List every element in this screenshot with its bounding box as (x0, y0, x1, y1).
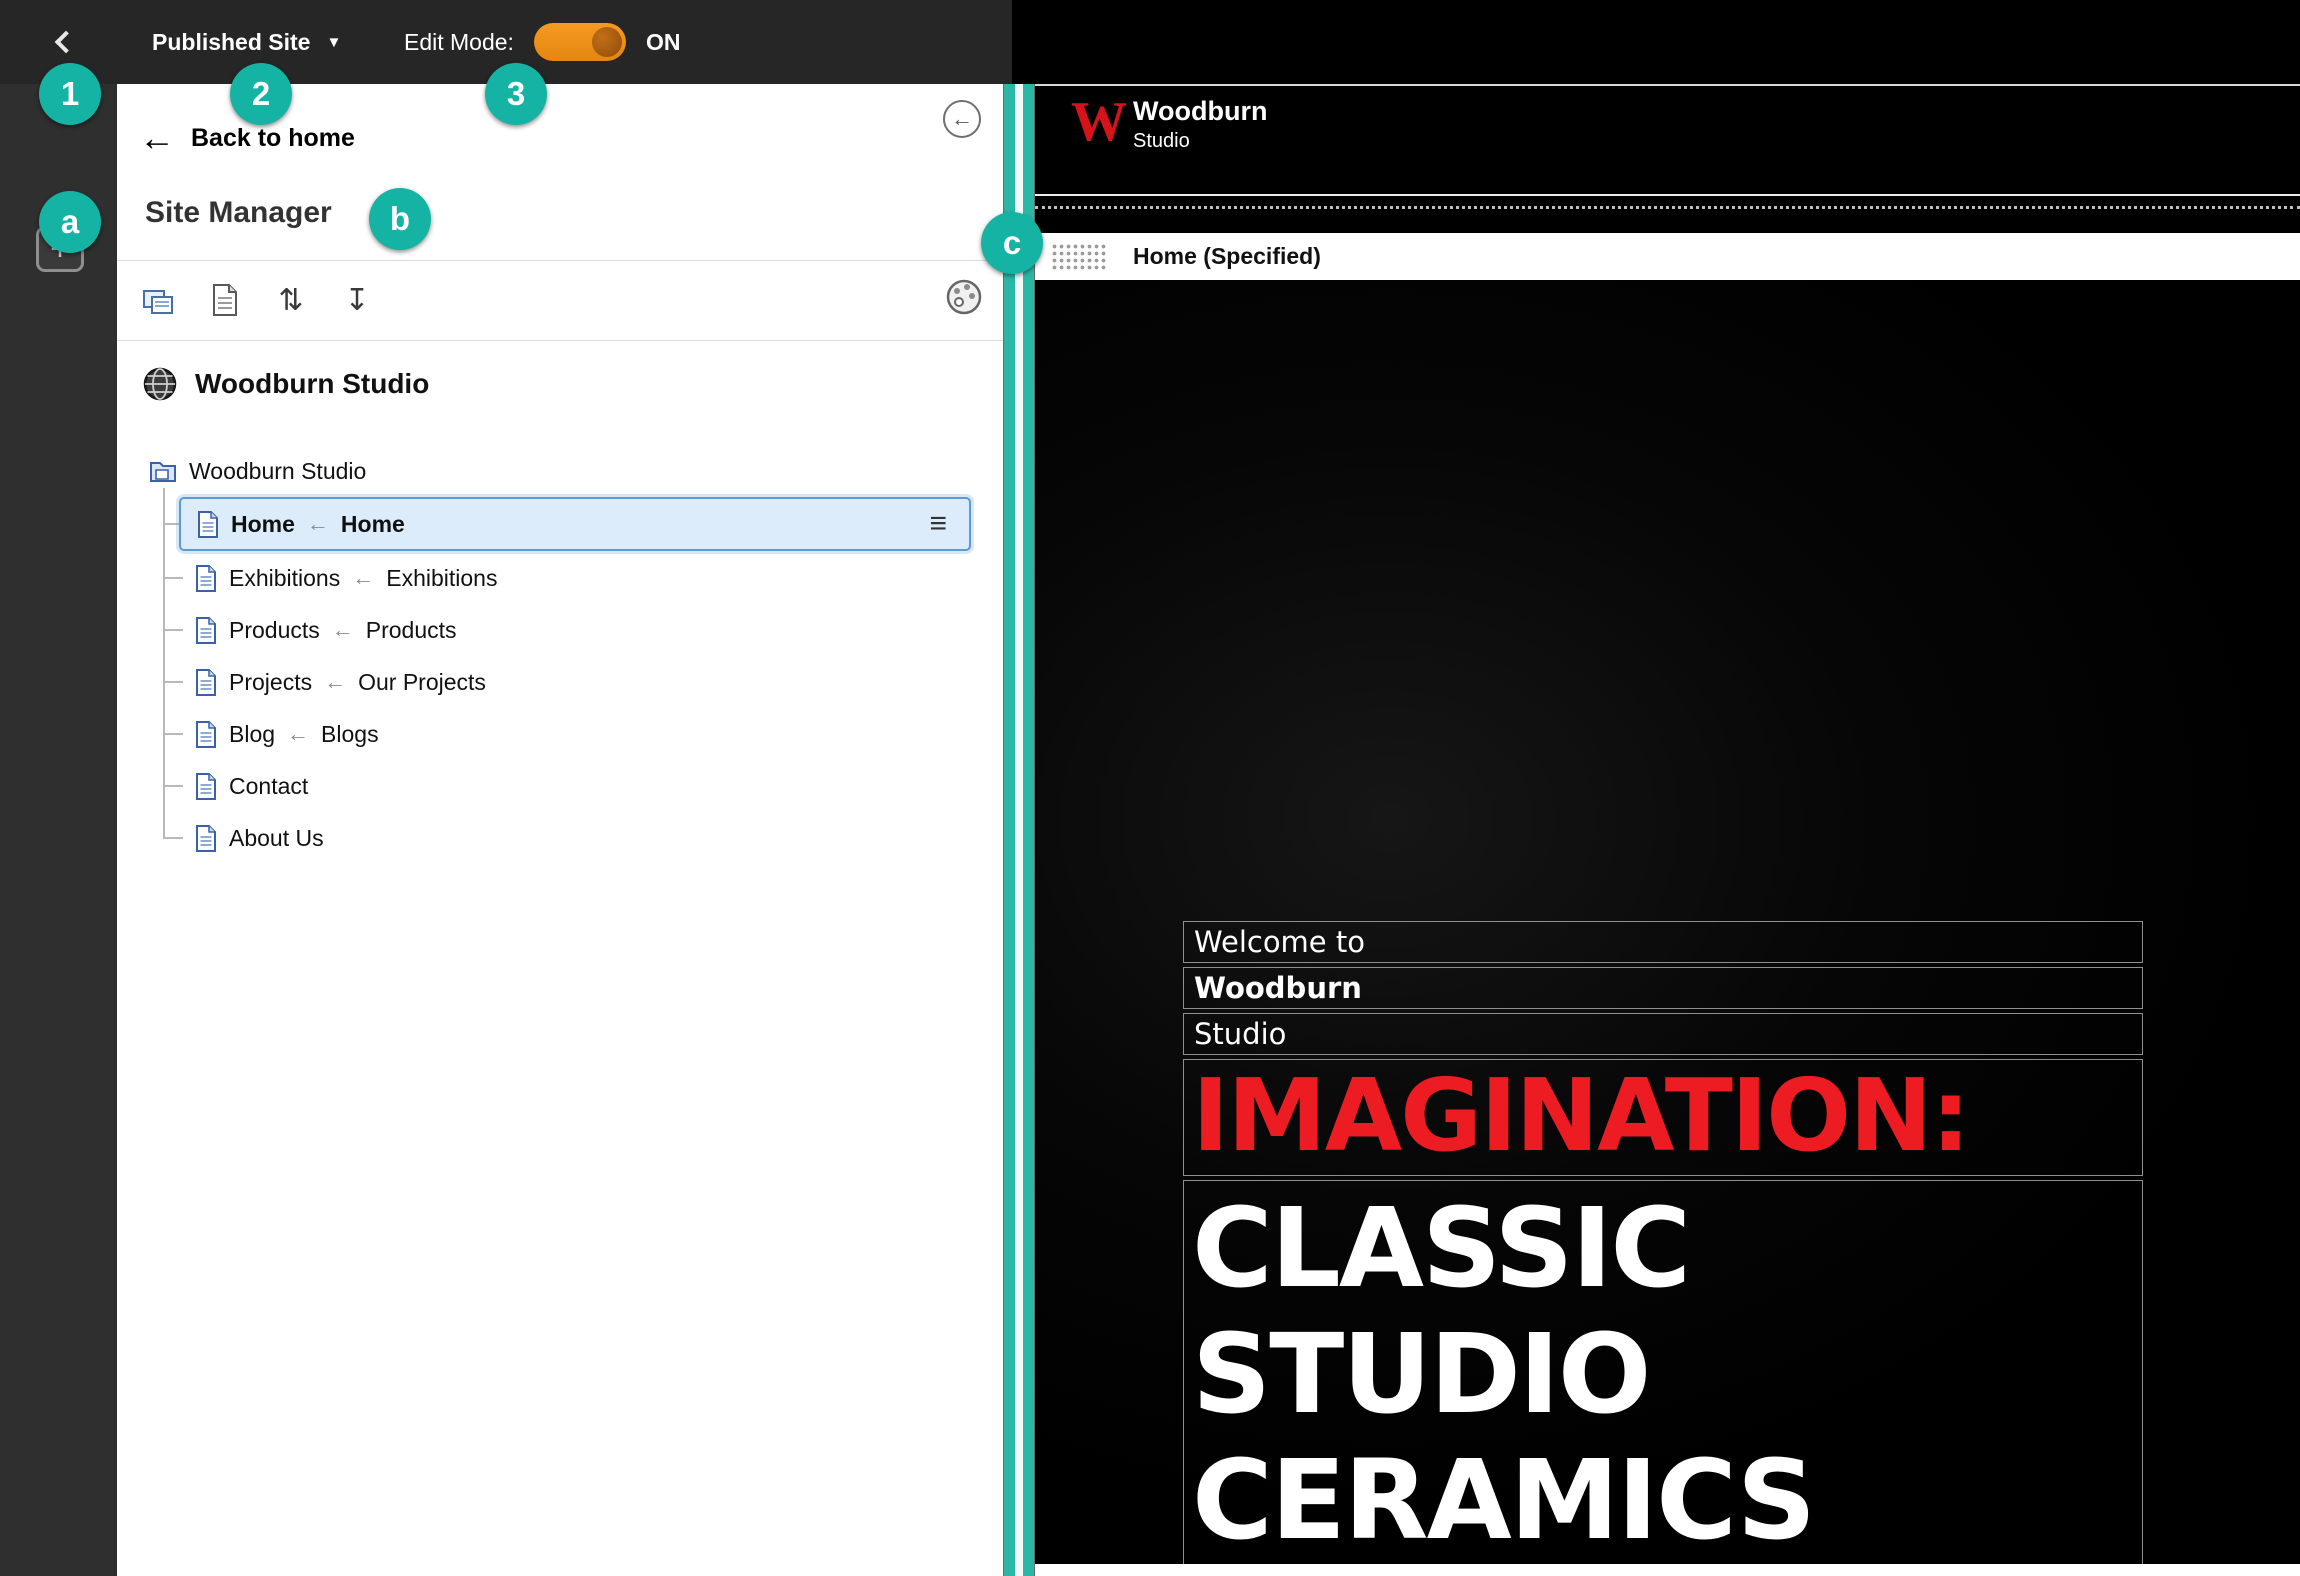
area-bar-label: Home (Specified) (1133, 243, 1321, 269)
site-logo-name: Woodburn (1133, 96, 1268, 126)
maps-to-arrow-icon: ← (287, 721, 310, 746)
edit-dashed-border (1035, 206, 2300, 209)
divider-line (117, 340, 1003, 341)
annotation-badge-b: b (369, 188, 431, 250)
import-button[interactable]: ↧ (339, 282, 375, 318)
page-content: Welcome to Woodburn Studio IMAGINATION: … (1035, 280, 2300, 1566)
tree-stub (163, 733, 183, 735)
back-arrow-icon: ← (139, 117, 175, 158)
page-icon (196, 720, 216, 748)
collapse-rail-button[interactable] (40, 20, 86, 64)
page-name: Home (231, 510, 295, 537)
site-header: W Woodburn Studio (1035, 86, 2300, 194)
add-page-button[interactable] (141, 282, 177, 318)
page-target: Blogs (321, 720, 379, 747)
annotation-badge-1: 1 (39, 63, 101, 125)
site-logo-letter: W (1071, 91, 1127, 153)
tree-item-projects[interactable]: Projects ← Our Projects (195, 662, 486, 702)
hero-headline-white[interactable]: CLASSIC STUDIO CERAMICS (1183, 1180, 2143, 1566)
tree-item-products[interactable]: Products ← Products (195, 610, 457, 650)
page-name: Blog (229, 720, 276, 747)
tree-stub (163, 785, 183, 787)
tree-toolbar: ⇅ ↧ (141, 268, 375, 332)
back-to-home-label: Back to home (191, 123, 355, 152)
hero-text-studio[interactable]: Studio (1183, 1013, 2143, 1055)
page-icon (196, 668, 216, 696)
area-bar: Home (Specified) (1035, 233, 2300, 280)
globe-icon (143, 367, 177, 401)
tree-item-home-selected[interactable]: Home ← Home ≡ (179, 497, 971, 551)
page-icon (196, 772, 216, 800)
page-icon (196, 824, 216, 852)
tree-root-label: Woodburn Studio (189, 457, 367, 484)
site-manager-panel: ← Back to home ← Site Manager ⇅ ↧ Woodbu… (117, 84, 1003, 1576)
page-icon (198, 510, 218, 538)
page-target: Our Projects (358, 668, 486, 695)
tree-root-node[interactable]: Woodburn Studio (149, 450, 366, 492)
page-target: Home (340, 510, 405, 537)
sort-updown-icon: ⇅ (278, 282, 304, 318)
tree-stub (163, 577, 183, 579)
headline-line: CLASSIC (1192, 1184, 1691, 1312)
caret-down-icon: ▼ (326, 33, 342, 51)
toggle-knob (592, 27, 622, 57)
page-target: Products (365, 616, 457, 643)
app-window: Published Site ▼ Edit Mode: ON + ← Back … (0, 0, 2300, 1576)
maps-to-arrow-icon: ← (324, 669, 347, 694)
move-page-button[interactable]: ⇅ (273, 282, 309, 318)
tree-item-contact[interactable]: Contact (195, 766, 308, 806)
annotation-badge-3: 3 (485, 63, 547, 125)
panel-title: Site Manager (145, 196, 332, 229)
row-menu-icon[interactable]: ≡ (929, 509, 947, 539)
hero-text-woodburn[interactable]: Woodburn (1183, 967, 2143, 1009)
hero-text-welcome[interactable]: Welcome to (1183, 921, 2143, 963)
collapse-panel-button[interactable]: ← (943, 100, 981, 138)
page-name: About Us (229, 824, 324, 851)
page-name: Contact (229, 772, 309, 799)
site-logo-subtitle: Studio (1133, 130, 1190, 152)
hero-headline-red[interactable]: IMAGINATION: (1183, 1059, 2143, 1176)
tree-item-about-us[interactable]: About Us (195, 818, 324, 858)
pages-icon (143, 290, 173, 314)
page-properties-button[interactable] (207, 282, 243, 318)
drag-handle-icon[interactable] (1051, 242, 1107, 271)
headline-line: CERAMICS (1192, 1436, 1816, 1564)
theme-palette-button[interactable] (943, 276, 985, 318)
tree-item-exhibitions[interactable]: Exhibitions ← Exhibitions (195, 558, 497, 598)
resize-divider[interactable] (1003, 84, 1035, 1576)
page-name: Projects (229, 668, 313, 695)
page-target: Exhibitions (386, 564, 498, 591)
view-selector-label: Published Site (152, 28, 311, 55)
site-root-header: Woodburn Studio (141, 354, 429, 414)
palette-icon (946, 279, 982, 315)
headline-line: STUDIO (1192, 1310, 1651, 1438)
edit-mode-state: ON (646, 28, 681, 55)
site-name: Woodburn Studio (195, 368, 430, 399)
divider-line (117, 260, 1003, 261)
annotation-badge-c: c (981, 212, 1043, 274)
chevron-left-icon (54, 30, 78, 54)
left-rail: + (0, 84, 117, 1576)
site-folder-icon (150, 462, 176, 482)
import-icon: ↧ (344, 282, 370, 318)
maps-to-arrow-icon: ← (331, 617, 354, 642)
page-icon (196, 616, 216, 644)
annotation-badge-a: a (39, 191, 101, 253)
document-icon (213, 284, 237, 316)
header-border (1035, 194, 2300, 196)
page-preview: W Woodburn Studio Home (Specified) Welco… (1035, 84, 2300, 1576)
maps-to-arrow-icon: ← (352, 565, 375, 590)
tree-item-blog[interactable]: Blog ← Blogs (195, 714, 379, 754)
page-name: Products (229, 616, 320, 643)
tree-stub (163, 837, 183, 839)
next-area-bar-edge (1035, 1564, 2300, 1576)
edit-mode-toggle[interactable] (534, 23, 626, 61)
collapse-arrow-icon: ← (951, 106, 973, 131)
page-icon (196, 564, 216, 592)
maps-to-arrow-icon: ← (306, 511, 329, 536)
annotation-badge-2: 2 (230, 63, 292, 125)
tree-stub (163, 681, 183, 683)
tree-stub (163, 629, 183, 631)
page-name: Exhibitions (229, 564, 341, 591)
